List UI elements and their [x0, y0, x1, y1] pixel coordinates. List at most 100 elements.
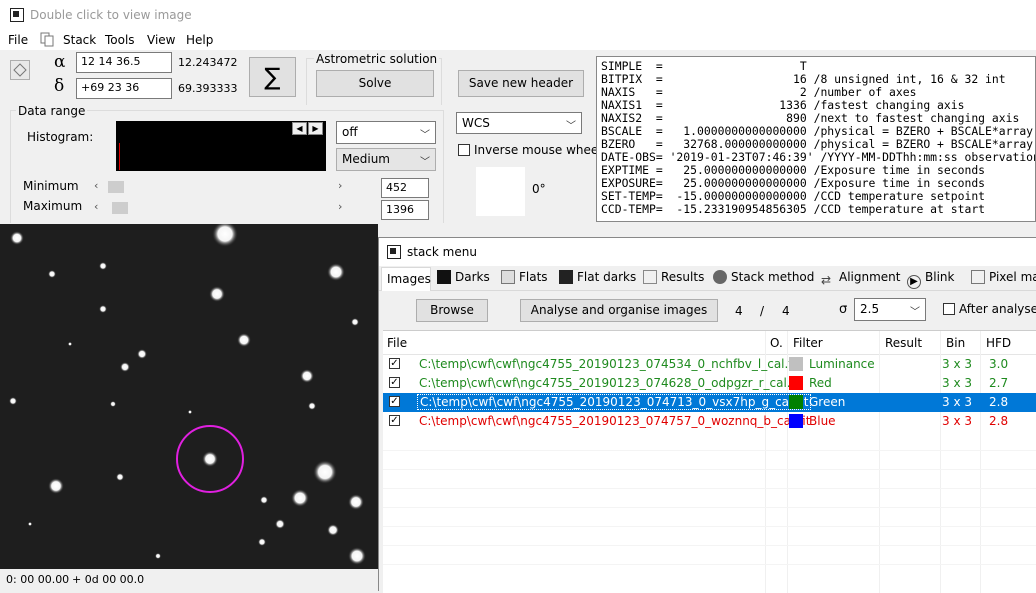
- filter-swatch: [789, 395, 803, 409]
- tab-divider: [379, 290, 1036, 291]
- histogram-mode-select[interactable]: off ﹀: [336, 121, 436, 144]
- row-file: C:\temp\cwf\cwf\ngc4755_20190123_074628_…: [419, 376, 803, 390]
- menu-view[interactable]: View: [147, 33, 175, 47]
- row-checkbox[interactable]: ✓: [389, 377, 400, 388]
- row-line: [383, 469, 1036, 470]
- menu-help[interactable]: Help: [186, 33, 213, 47]
- chevron-down-icon: ﹀: [420, 157, 430, 168]
- row-file: C:\temp\cwf\cwf\ngc4755_20190123_074757_…: [419, 414, 811, 428]
- main-window-title: Double click to view image: [30, 8, 192, 22]
- row-checkbox[interactable]: ✓: [389, 358, 400, 369]
- slider-left-arrow-icon[interactable]: ‹: [94, 200, 98, 213]
- analyse-organise-button[interactable]: Analyse and organise images: [520, 299, 718, 322]
- header-line: SIMPLE = T: [601, 59, 807, 73]
- stack-window-title: stack menu: [407, 245, 477, 259]
- maximum-slider-thumb[interactable]: [112, 202, 128, 214]
- ra-input[interactable]: 12 14 36.5: [76, 52, 172, 73]
- column-o[interactable]: O.: [770, 336, 783, 350]
- maximum-value-input[interactable]: 1396: [381, 200, 429, 220]
- quality-select[interactable]: Medium ﹀: [336, 148, 436, 171]
- menu-file[interactable]: File: [8, 33, 28, 47]
- fits-header-memo[interactable]: SIMPLE = T BITPIX = 16 /8 unsigned int, …: [596, 56, 1036, 222]
- slider-left-arrow-icon[interactable]: ‹: [94, 179, 98, 192]
- image-count-separator: /: [760, 304, 765, 318]
- wcs-select[interactable]: WCS ﹀: [456, 112, 582, 134]
- column-result[interactable]: Result: [885, 336, 922, 350]
- filter-swatch: [789, 376, 803, 390]
- minimum-slider[interactable]: ‹ ›: [92, 179, 350, 194]
- minimum-label: Minimum: [23, 179, 79, 193]
- stack-menu-window: stack menu Images Darks Flats Flat darks…: [378, 237, 1036, 593]
- slider-right-arrow-icon[interactable]: ›: [338, 179, 342, 192]
- image-file-list[interactable]: File O. Filter Result Bin HFD ✓ C:\temp\…: [383, 330, 1036, 593]
- astrometric-label: Astrometric solution: [314, 52, 440, 66]
- table-row[interactable]: ✓ C:\temp\cwf\cwf\ngc4755_20190123_07462…: [383, 374, 1036, 393]
- row-hfd: 2.7: [989, 376, 1009, 390]
- sigma-select[interactable]: 2.5 ﹀: [854, 298, 926, 321]
- header-line: NAXIS2 = 890 /next to fastest changing a…: [601, 111, 1020, 125]
- histogram-right-arrow-icon[interactable]: ▶: [308, 122, 323, 135]
- flat-darks-icon: [559, 270, 573, 284]
- tab-flat-darks[interactable]: Flat darks: [559, 270, 636, 290]
- menu-stack[interactable]: Stack: [63, 33, 96, 47]
- tab-stack-method[interactable]: Stack method: [713, 270, 814, 290]
- tab-images[interactable]: Images: [387, 272, 431, 292]
- tab-alignment[interactable]: ⇄ Alignment: [821, 270, 900, 290]
- row-checkbox[interactable]: ✓: [389, 396, 400, 407]
- image-viewer[interactable]: [0, 224, 378, 569]
- app-window-icon: [10, 8, 24, 22]
- column-file[interactable]: File: [387, 336, 407, 350]
- chevron-down-icon: ﹀: [566, 121, 576, 132]
- gear-icon: [713, 270, 727, 284]
- row-line: [383, 564, 1036, 565]
- list-header: [383, 331, 1036, 355]
- copy-icon[interactable]: [40, 32, 54, 47]
- play-icon: ▶: [907, 275, 921, 289]
- flip-button[interactable]: [10, 60, 30, 80]
- maximum-slider[interactable]: ‹ ›: [92, 200, 350, 215]
- row-filter: Blue: [809, 414, 836, 428]
- column-hfd[interactable]: HFD: [986, 336, 1011, 350]
- sigma-button[interactable]: ∑: [249, 57, 296, 97]
- tab-darks[interactable]: Darks: [437, 270, 490, 290]
- image-count-current: 4: [735, 304, 743, 318]
- tab-flats[interactable]: Flats: [501, 270, 548, 290]
- minimum-value-input[interactable]: 452: [381, 178, 429, 198]
- menu-tools[interactable]: Tools: [105, 33, 135, 47]
- quality-value: Medium: [342, 152, 390, 166]
- save-new-header-button[interactable]: Save new header: [458, 70, 584, 97]
- tab-results[interactable]: Results: [643, 270, 704, 290]
- align-arrows-icon: ⇄: [821, 273, 832, 287]
- chevron-down-icon: ﹀: [420, 130, 430, 141]
- data-range-label: Data range: [16, 104, 88, 118]
- table-row[interactable]: ✓ C:\temp\cwf\cwf\ngc4755_20190123_07453…: [383, 355, 1036, 374]
- dec-decimal: 69.393333: [178, 82, 238, 95]
- header-line: EXPOSURE= 25.000000000000000 /Exposure t…: [601, 176, 986, 190]
- column-filter[interactable]: Filter: [793, 336, 823, 350]
- maximum-label: Maximum: [23, 199, 83, 213]
- flats-icon: [501, 270, 515, 284]
- column-bin[interactable]: Bin: [946, 336, 965, 350]
- dec-input[interactable]: +69 23 36: [76, 78, 172, 99]
- after-analyse-checkbox[interactable]: [943, 303, 955, 315]
- tab-blink[interactable]: ▶ Blink: [907, 270, 954, 290]
- solve-button[interactable]: Solve: [316, 70, 434, 97]
- table-row[interactable]: ✓ C:\temp\cwf\cwf\ngc4755_20190123_07475…: [383, 412, 1036, 431]
- minimum-slider-thumb[interactable]: [108, 181, 124, 193]
- histogram-mode-value: off: [342, 125, 358, 139]
- row-bin: 3 x 3: [942, 376, 972, 390]
- row-file: C:\temp\cwf\cwf\ngc4755_20190123_074534_…: [419, 357, 801, 371]
- row-checkbox[interactable]: ✓: [389, 415, 400, 426]
- alpha-label: α: [54, 52, 66, 72]
- browse-button[interactable]: Browse: [416, 299, 488, 322]
- slider-right-arrow-icon[interactable]: ›: [338, 200, 342, 213]
- header-line: NAXIS = 2 /number of axes: [601, 85, 917, 99]
- fits-header-text: SIMPLE = T BITPIX = 16 /8 unsigned int, …: [597, 57, 1035, 216]
- table-row-selected[interactable]: ✓ C:\temp\cwf\cwf\ngc4755_20190123_07471…: [383, 393, 1036, 412]
- inverse-mouse-wheel-checkbox[interactable]: [458, 144, 470, 156]
- row-bin: 3 x 3: [942, 357, 972, 371]
- tab-pixel-math[interactable]: Pixel math: [971, 270, 1036, 290]
- diamond-icon: [13, 63, 27, 77]
- histogram-left-arrow-icon[interactable]: ◀: [292, 122, 307, 135]
- stack-window-icon: [387, 245, 401, 259]
